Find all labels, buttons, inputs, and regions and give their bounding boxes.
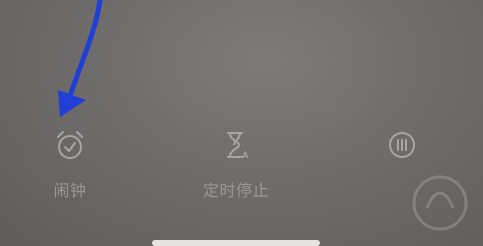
home-indicator[interactable] — [152, 240, 320, 246]
pause-circle-icon[interactable] — [385, 128, 419, 162]
sleep-timer-label: 定时停止 — [202, 181, 269, 200]
watermark-logo — [412, 175, 468, 231]
alarm-action[interactable]: 闹钟 — [46, 128, 94, 200]
alarm-label: 闹钟 — [53, 181, 87, 200]
svg-text:A: A — [242, 150, 249, 160]
player-screen: 闹钟 A 定时停止 — [0, 0, 483, 246]
sleep-timer-action[interactable]: A 定时停止 — [194, 128, 278, 200]
alarm-clock-icon[interactable] — [53, 128, 87, 162]
hourglass-icon[interactable]: A — [219, 128, 253, 162]
